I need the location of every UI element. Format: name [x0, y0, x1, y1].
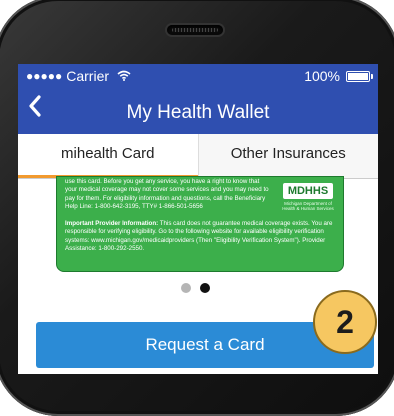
mdhhs-logo-subtitle: Michigan Department of Health & Human Se…: [282, 201, 334, 211]
page-dot-2[interactable]: [200, 283, 210, 293]
nav-bar: My Health Wallet: [18, 88, 378, 134]
card-provider-info: Important Provider Information: This car…: [65, 220, 337, 253]
earpiece-speaker: [167, 25, 223, 35]
provider-info-label: Important Provider Information:: [65, 220, 159, 227]
page-indicator[interactable]: [181, 283, 210, 293]
speaker-grill: [172, 28, 218, 32]
tab-other-insurances[interactable]: Other Insurances: [197, 134, 379, 178]
mdhhs-logo: MDHHS Michigan Department of Health & Hu…: [279, 183, 337, 215]
status-bar: ●●●●● Carrier 100%: [18, 64, 378, 88]
mdhhs-logo-mark: MDHHS: [283, 183, 333, 199]
battery-percent: 100%: [304, 68, 340, 84]
status-left: ●●●●● Carrier: [26, 68, 131, 84]
battery-fill: [348, 72, 368, 80]
card-notice-text: use this card. Before you get any servic…: [65, 178, 269, 210]
wifi-icon: [117, 69, 131, 84]
status-right: 100%: [304, 68, 373, 84]
page-dot-1[interactable]: [181, 283, 191, 293]
page-title: My Health Wallet: [126, 102, 270, 123]
carrier-label: Carrier: [66, 68, 110, 84]
battery-icon: [346, 70, 373, 82]
tab-mihealth-card[interactable]: mihealth Card: [18, 134, 198, 178]
signal-strength-icon: ●●●●●: [26, 69, 63, 83]
step-number-badge: 2: [313, 290, 377, 354]
card-tabs: mihealth Card Other Insurances: [18, 134, 378, 179]
insurance-card-back[interactable]: use this card. Before you get any servic…: [56, 176, 344, 272]
